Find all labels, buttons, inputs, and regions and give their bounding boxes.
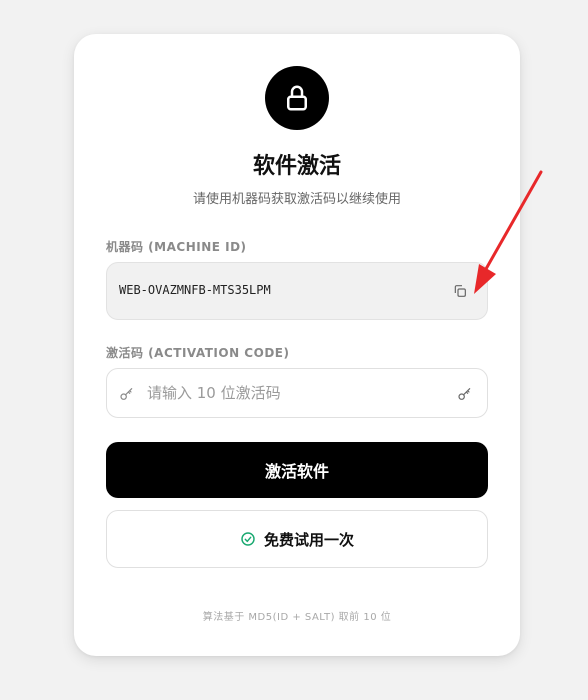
free-trial-button[interactable]: 免费试用一次 [106, 510, 488, 568]
page-subtitle: 请使用机器码获取激活码以继续使用 [192, 192, 401, 207]
annotation-arrow-icon [474, 170, 543, 294]
page-title: 软件激活 [252, 154, 341, 179]
copy-icon [454, 285, 466, 297]
activate-button[interactable]: 激活软件 [106, 442, 488, 498]
activation-code-label: 激活码 (ACTIVATION CODE) [106, 346, 290, 360]
machine-id-field: WEB-OVAZMNFB-MTS35LPM [106, 262, 488, 320]
key-icon[interactable] [457, 386, 473, 406]
activation-code-field [106, 368, 488, 418]
machine-id-label: 机器码 (MACHINE ID) [106, 240, 247, 254]
free-trial-label: 免费试用一次 [263, 530, 354, 549]
activation-card: 软件激活 请使用机器码获取激活码以继续使用 机器码 (MACHINE ID) W… [74, 34, 520, 656]
check-circle-icon [241, 532, 255, 546]
copy-machine-id-button[interactable] [451, 282, 469, 300]
machine-id-value[interactable]: WEB-OVAZMNFB-MTS35LPM [119, 283, 271, 297]
key-icon [119, 386, 135, 406]
lock-icon [287, 85, 307, 111]
activation-code-input[interactable] [147, 369, 447, 417]
lock-badge [265, 66, 329, 130]
algorithm-note: 算法基于 MD5(ID + SALT) 取前 10 位 [202, 612, 392, 623]
